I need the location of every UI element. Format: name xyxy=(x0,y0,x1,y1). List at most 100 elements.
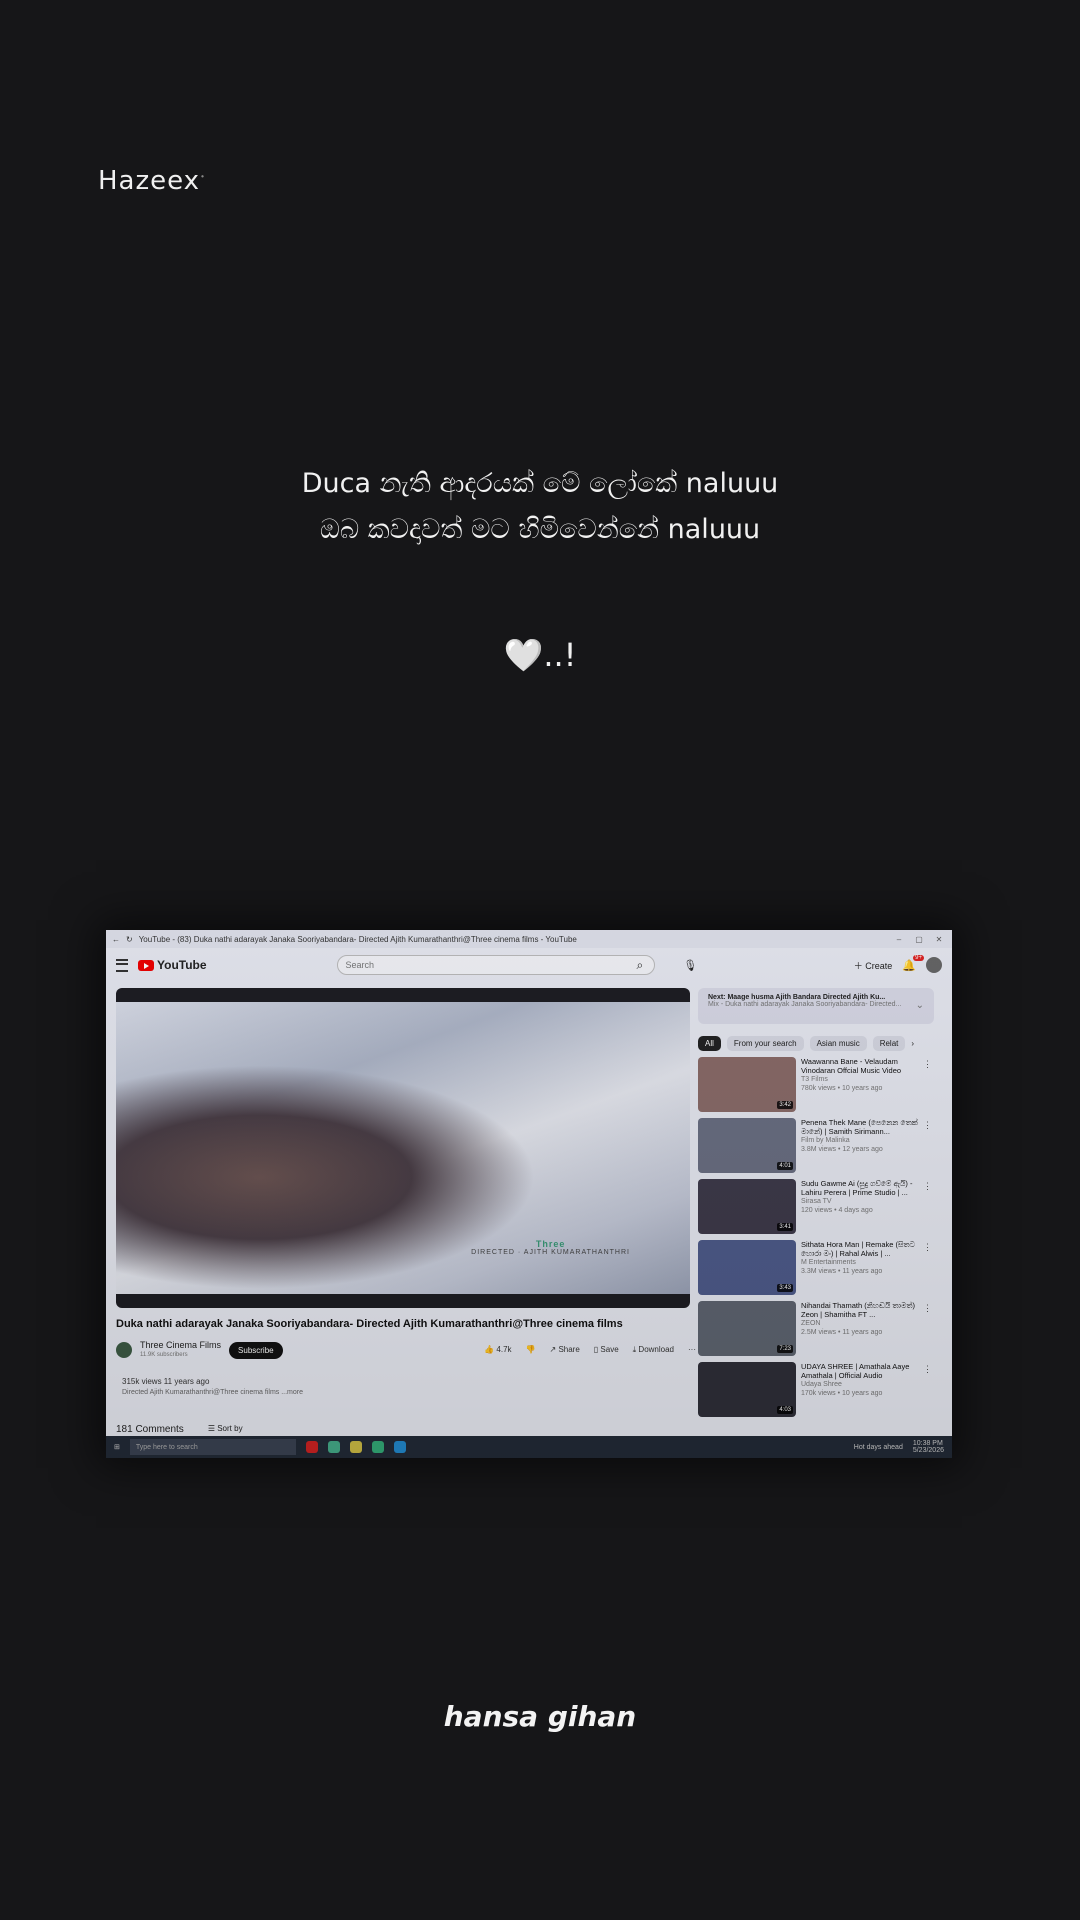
recommendation-item[interactable]: 3:43 Sithata Hora Man | Remake (සිතට හොරා… xyxy=(698,1240,934,1295)
back-icon[interactable]: ← xyxy=(112,935,120,944)
sort-by-button[interactable]: ☰ Sort by xyxy=(208,1424,243,1435)
create-button[interactable]: ＋ Create xyxy=(854,959,893,972)
recommendation-thumbnail[interactable]: 4:01 xyxy=(698,1118,796,1173)
recommendation-meta: 3.8M views • 12 years ago xyxy=(801,1146,883,1153)
recommendation-channel[interactable]: ZEON xyxy=(801,1319,919,1328)
brand-logo: Hazeex• xyxy=(98,166,206,196)
maximize-icon[interactable]: ▢ xyxy=(912,935,926,944)
recommendation-item[interactable]: 3:42 Waawanna Bane - Velaudam Vinodaran O… xyxy=(698,1057,934,1112)
search-input[interactable]: Search xyxy=(336,955,655,975)
video-frame[interactable]: Three DIRECTED · AJITH KUMARATHANTHRI xyxy=(116,1002,690,1294)
recommendation-item[interactable]: 4:01 Penena Thek Mane (පෙනෙන තෙක් මානේ) |… xyxy=(698,1118,934,1173)
recommendation-title[interactable]: Nihandai Thamath (නිහඬයි තාමත්) Zeon | S… xyxy=(801,1301,919,1319)
edge-app-icon[interactable] xyxy=(393,1441,406,1453)
recommendation-thumbnail[interactable]: 7:23 xyxy=(698,1301,796,1356)
subscribe-button[interactable]: Subscribe xyxy=(229,1341,283,1359)
video-actions: 👍 4.7k 👎 ↗ Share ▯ Save ⤓ Download ··· xyxy=(484,1345,696,1355)
save-button[interactable]: ▯ Save xyxy=(594,1345,619,1355)
recommendation-meta: 120 views • 4 days ago xyxy=(801,1207,873,1214)
recommendation-title[interactable]: Sithata Hora Man | Remake (සිතට හොරා මං)… xyxy=(801,1240,919,1258)
dislike-button[interactable]: 👎 xyxy=(526,1345,536,1355)
heart-caption: 🤍..! xyxy=(503,636,577,674)
recommendation-title[interactable]: Waawanna Bane - Velaudam Vinodaran Offci… xyxy=(801,1057,919,1075)
more-options-icon[interactable]: ⋮ xyxy=(923,1364,932,1375)
recommendation-info: Sithata Hora Man | Remake (සිතට හොරා මං)… xyxy=(801,1240,919,1295)
recommendation-title[interactable]: UDAYA SHREE | Amathala Aaye Amathala | O… xyxy=(801,1362,919,1380)
video-player[interactable]: Three DIRECTED · AJITH KUMARATHANTHRI xyxy=(116,988,690,1308)
duration-badge: 4:03 xyxy=(777,1406,793,1414)
weather-widget[interactable]: Hot days ahead xyxy=(854,1444,903,1451)
whatsapp-app-icon[interactable] xyxy=(371,1441,384,1453)
chip-related[interactable]: Relat xyxy=(872,1036,906,1051)
video-title: Duka nathi adarayak Janaka Sooriyabandar… xyxy=(116,1318,623,1330)
channel-name[interactable]: Three Cinema Films 11.9K subscribers xyxy=(140,1340,221,1360)
chrome-app-icon[interactable] xyxy=(327,1441,340,1453)
recommendation-item[interactable]: 7:23 Nihandai Thamath (නිහඬයි තාමත්) Zeon… xyxy=(698,1301,934,1356)
recommendation-meta: 2.5M views • 11 years ago xyxy=(801,1329,883,1336)
minimize-icon[interactable]: – xyxy=(892,935,906,944)
hamburger-menu-icon[interactable] xyxy=(116,958,128,972)
chip-all[interactable]: All xyxy=(698,1036,721,1051)
next-up-panel[interactable]: Next: Maage husma Ajith Bandara Directed… xyxy=(698,988,934,1024)
windows-start-icon[interactable]: ⊞ xyxy=(114,1443,120,1451)
more-actions-icon[interactable]: ··· xyxy=(688,1345,696,1355)
lyric-line-2: ඔබ කවදාවත් මට හිමිවෙන්නේ naluuu xyxy=(319,514,761,545)
description-line: Directed Ajith Kumarathanthri@Three cine… xyxy=(122,1389,304,1396)
download-button[interactable]: ⤓ Download xyxy=(633,1345,674,1355)
search-icon[interactable]: ⌕ xyxy=(637,958,644,973)
recommendation-channel[interactable]: M Entertainments xyxy=(801,1258,919,1267)
recommendation-item[interactable]: 3:41 Sudu Gawme Ai (සුදු ගව්මේ ඇයි) - Lah… xyxy=(698,1179,934,1234)
reload-icon[interactable]: ↻ xyxy=(126,935,133,944)
account-avatar[interactable] xyxy=(926,957,942,973)
comments-count: 181 Comments xyxy=(116,1424,184,1435)
lyric-line-1: Duca නැති ආදරයක් මේ ලෝකේ naluuu xyxy=(301,468,779,499)
more-options-icon[interactable]: ⋮ xyxy=(923,1120,932,1131)
chip-from-search[interactable]: From your search xyxy=(726,1036,804,1051)
recommendation-title[interactable]: Sudu Gawme Ai (සුදු ගව්මේ ඇයි) - Lahiru … xyxy=(801,1179,919,1197)
window-titlebar: ← ↻ YouTube - (83) Duka nathi adarayak J… xyxy=(106,930,952,948)
more-options-icon[interactable]: ⋮ xyxy=(923,1242,932,1253)
notifications-bell-icon[interactable]: 🔔 9+ xyxy=(902,954,924,972)
recommendation-thumbnail[interactable]: 3:42 xyxy=(698,1057,796,1112)
recommendation-title[interactable]: Penena Thek Mane (පෙනෙන තෙක් මානේ) | Sam… xyxy=(801,1118,919,1136)
microphone-icon[interactable]: 🎙 xyxy=(683,959,697,972)
recommendation-channel[interactable]: Film by Malinka xyxy=(801,1136,919,1145)
recommendation-info: Sudu Gawme Ai (සුදු ගව්මේ ඇයි) - Lahiru … xyxy=(801,1179,919,1234)
windows-taskbar: ⊞ Type here to search Hot days ahead 10:… xyxy=(106,1436,952,1458)
like-button[interactable]: 👍 4.7k xyxy=(484,1345,511,1355)
recommendation-channel[interactable]: Sirasa TV xyxy=(801,1197,919,1206)
channel-row: Three Cinema Films 11.9K subscribers Subs… xyxy=(116,1340,696,1360)
chevron-down-icon[interactable]: ⌄ xyxy=(916,1000,924,1011)
sidebar: Next: Maage husma Ajith Bandara Directed… xyxy=(698,988,934,1417)
recommendation-item[interactable]: 4:03 UDAYA SHREE | Amathala Aaye Amathala… xyxy=(698,1362,934,1417)
share-button[interactable]: ↗ Share xyxy=(550,1345,580,1355)
duration-badge: 3:41 xyxy=(777,1223,793,1231)
recommendation-thumbnail[interactable]: 3:41 xyxy=(698,1179,796,1234)
recommendation-meta: 780k views • 10 years ago xyxy=(801,1085,883,1092)
taskbar-search-input[interactable]: Type here to search xyxy=(129,1439,296,1455)
recommendation-thumbnail[interactable]: 3:43 xyxy=(698,1240,796,1295)
more-options-icon[interactable]: ⋮ xyxy=(923,1059,932,1070)
duration-badge: 3:42 xyxy=(777,1101,793,1109)
video-description[interactable]: 315k views 11 years ago Directed Ajith K… xyxy=(122,1376,303,1398)
more-options-icon[interactable]: ⋮ xyxy=(923,1303,932,1314)
duration-badge: 3:43 xyxy=(777,1284,793,1292)
window-title: YouTube - (83) Duka nathi adarayak Janak… xyxy=(138,934,577,944)
chevron-right-icon[interactable]: › xyxy=(911,1039,914,1048)
recommendation-info: Nihandai Thamath (නිහඬයි තාමත්) Zeon | S… xyxy=(801,1301,919,1356)
chip-asian-music[interactable]: Asian music xyxy=(809,1036,867,1051)
duration-badge: 4:01 xyxy=(777,1162,793,1170)
clock[interactable]: 10:38 PM 5/23/2026 xyxy=(913,1440,944,1454)
file-explorer-icon[interactable] xyxy=(349,1441,362,1453)
recommendations-list: 3:42 Waawanna Bane - Velaudam Vinodaran O… xyxy=(698,1057,934,1417)
more-options-icon[interactable]: ⋮ xyxy=(923,1181,932,1192)
recommendation-channel[interactable]: T3 Films xyxy=(801,1075,919,1084)
channel-avatar[interactable] xyxy=(116,1342,132,1358)
video-watermark: Three DIRECTED · AJITH KUMARATHANTHRI xyxy=(471,1239,630,1256)
close-icon[interactable]: ✕ xyxy=(932,935,946,944)
recommendation-thumbnail[interactable]: 4:03 xyxy=(698,1362,796,1417)
youtube-app-icon[interactable] xyxy=(305,1441,318,1453)
recommendation-info: UDAYA SHREE | Amathala Aaye Amathala | O… xyxy=(801,1362,919,1417)
youtube-logo[interactable]: YouTube xyxy=(138,958,207,972)
recommendation-channel[interactable]: Udaya Shree xyxy=(801,1380,919,1389)
